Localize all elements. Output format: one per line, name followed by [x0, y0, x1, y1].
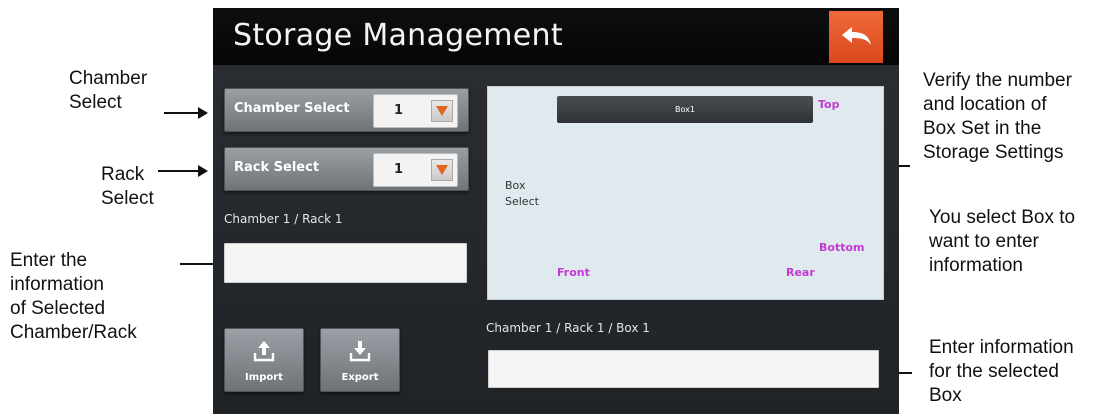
box-info-input[interactable] — [488, 350, 879, 388]
chamber-select-dropdown[interactable]: 1 — [373, 94, 458, 128]
chamber-dropdown-button[interactable] — [431, 100, 453, 122]
rack-select-dropdown[interactable]: 1 — [373, 153, 458, 187]
bottom-label: Bottom — [819, 241, 865, 254]
box-select-label: Box Select — [505, 179, 539, 208]
annotation-select-box: You select Box to want to enter informat… — [929, 207, 1076, 276]
box-path-label: Chamber 1 / Rack 1 / Box 1 — [486, 321, 650, 335]
storage-management-screen: Storage Management Chamber Select 1 Rack… — [213, 8, 899, 414]
rack-dropdown-button[interactable] — [431, 159, 453, 181]
import-label: Import — [245, 372, 283, 383]
box1-button[interactable]: Box1 — [557, 96, 813, 123]
chamber-rack-info-input[interactable] — [224, 243, 467, 283]
front-label: Front — [557, 266, 590, 279]
rack-select-value: 1 — [394, 162, 404, 177]
annotation-enter-info-box: Enter information for the selected Box — [929, 337, 1074, 406]
import-button[interactable]: Import — [224, 328, 304, 392]
rack-select-label: Rack Select — [234, 160, 320, 175]
rack-select-row: Rack Select 1 — [224, 147, 469, 191]
upload-icon — [253, 341, 275, 362]
page-title: Storage Management — [233, 18, 563, 53]
title-bar: Storage Management — [213, 8, 899, 65]
arrow-to-chamber-select — [164, 107, 208, 119]
dropdown-arrow-icon — [436, 106, 448, 116]
rear-label: Rear — [786, 266, 815, 279]
chamber-select-value: 1 — [394, 103, 404, 118]
chamber-select-row: Chamber Select 1 — [224, 88, 469, 132]
top-label: Top — [818, 98, 840, 111]
export-label: Export — [341, 372, 379, 383]
download-icon — [349, 341, 371, 362]
box-location-panel: Box1 Top Box Select Bottom Front Rear — [487, 86, 884, 300]
annotation-verify-box-set: Verify the number and location of Box Se… — [923, 70, 1072, 163]
annotation-enter-info-rack: Enter the information of Selected Chambe… — [10, 250, 137, 343]
export-button[interactable]: Export — [320, 328, 400, 392]
annotation-rack-select: Rack Select — [101, 164, 154, 209]
chamber-rack-path-label: Chamber 1 / Rack 1 — [224, 212, 343, 226]
back-arrow-icon — [842, 27, 871, 45]
back-button[interactable] — [829, 11, 883, 63]
annotation-chamber-select: Chamber Select — [69, 68, 148, 113]
arrow-to-rack-select — [158, 165, 208, 177]
chamber-select-label: Chamber Select — [234, 101, 350, 116]
dropdown-arrow-icon — [436, 165, 448, 175]
